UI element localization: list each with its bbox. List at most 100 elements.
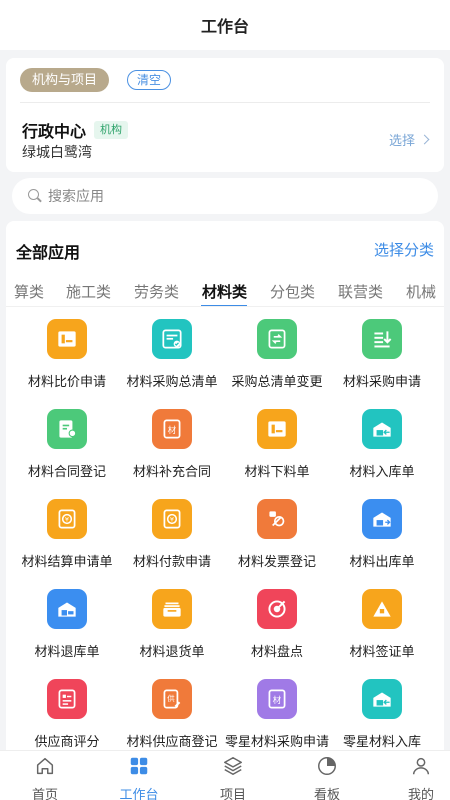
material-doc-icon: 材 bbox=[152, 409, 192, 449]
tab-category[interactable]: 机械 bbox=[406, 281, 436, 302]
select-label: 选择 bbox=[388, 133, 415, 148]
app-label: 材料发票登记 bbox=[237, 554, 316, 569]
app-item[interactable]: 材料采购申请 bbox=[327, 317, 437, 407]
app-label: 材料入库单 bbox=[349, 464, 415, 479]
org-badge: 机构 bbox=[94, 121, 129, 139]
app-item[interactable]: 供材料供应商登记 bbox=[117, 677, 227, 761]
tab-category[interactable]: 施工类 bbox=[66, 281, 111, 302]
app-item[interactable]: 材零星材料采购申请 bbox=[222, 677, 332, 761]
supplier-icon: 供 bbox=[152, 679, 192, 719]
warehouse-out-icon bbox=[362, 499, 402, 539]
tab-category[interactable]: 算类 bbox=[14, 281, 44, 302]
document-icon bbox=[257, 409, 297, 449]
category-tabs: 算类 施工类 劳务类 材料类 分包类 联营类 机械 bbox=[6, 277, 444, 307]
home-icon bbox=[34, 755, 56, 782]
app-item[interactable]: 材料发票登记 bbox=[222, 497, 332, 587]
org-tags: 机构与项目 清空 bbox=[20, 68, 172, 92]
svg-text:材: 材 bbox=[273, 694, 282, 706]
app-item[interactable]: 材料入库单 bbox=[327, 407, 437, 497]
app-label: 零星材料入库 bbox=[342, 734, 421, 749]
bottom-tab-bar: 首页 工作台 项目 看板 我的 bbox=[0, 750, 450, 800]
app-label: 材料付款申请 bbox=[132, 554, 211, 569]
divider bbox=[20, 102, 430, 103]
app-item[interactable]: 材料退货单 bbox=[117, 587, 227, 677]
tabbar-label: 工作台 bbox=[119, 787, 159, 800]
tab-category[interactable]: 劳务类 bbox=[134, 281, 179, 302]
tabbar-label: 首页 bbox=[31, 787, 58, 800]
checklist-icon bbox=[152, 319, 192, 359]
tabbar-item[interactable]: 首页 bbox=[0, 755, 90, 800]
app-label: 供应商评分 bbox=[34, 734, 100, 749]
tab-category-active[interactable]: 材料类 bbox=[202, 281, 247, 302]
swap-document-icon bbox=[257, 319, 297, 359]
app-item[interactable]: 采购总清单变更 bbox=[222, 317, 332, 407]
app-label: 零星材料采购申请 bbox=[224, 734, 329, 749]
app-item[interactable]: 材料合同登记 bbox=[12, 407, 122, 497]
contract-icon bbox=[47, 409, 87, 449]
org-name-row: 行政中心 机构 bbox=[22, 118, 129, 142]
app-label: 材料出库单 bbox=[349, 554, 415, 569]
yen-doc-icon: ¥ bbox=[152, 499, 192, 539]
chevron-right-icon bbox=[419, 134, 430, 145]
pie-chart-icon bbox=[316, 755, 338, 782]
material-doc-icon: 材 bbox=[257, 679, 297, 719]
app-item[interactable]: 材材料补充合同 bbox=[117, 407, 227, 497]
svg-text:¥: ¥ bbox=[65, 516, 69, 524]
app-item[interactable]: 材料签证单 bbox=[327, 587, 437, 677]
app-item[interactable]: 材料退库单 bbox=[12, 587, 122, 677]
svg-text:材: 材 bbox=[168, 424, 177, 436]
tabbar-item[interactable]: 我的 bbox=[376, 755, 450, 800]
app-item[interactable]: 零星材料入库 bbox=[327, 677, 437, 761]
app-label: 材料退库单 bbox=[34, 644, 100, 659]
search-bar[interactable] bbox=[12, 178, 438, 214]
app-label: 材料比价申请 bbox=[27, 374, 106, 389]
app-item[interactable]: 材料盘点 bbox=[222, 587, 332, 677]
tab-category[interactable]: 联营类 bbox=[338, 281, 383, 302]
layers-icon bbox=[222, 755, 244, 782]
tabbar-item[interactable]: 项目 bbox=[188, 755, 278, 800]
clear-button[interactable]: 清空 bbox=[127, 70, 172, 90]
choose-category-link[interactable]: 选择分类 bbox=[374, 239, 434, 260]
tabbar-item[interactable]: 看板 bbox=[282, 755, 372, 800]
apps-card: 全部应用 选择分类 算类 施工类 劳务类 材料类 分包类 联营类 机械 材料比价… bbox=[6, 221, 444, 761]
apps-section-title: 全部应用 bbox=[16, 245, 81, 262]
tab-category[interactable]: 分包类 bbox=[270, 281, 315, 302]
app-label: 材料补充合同 bbox=[132, 464, 211, 479]
tabbar-label: 看板 bbox=[313, 787, 340, 800]
tabbar-label: 项目 bbox=[219, 787, 246, 800]
app-item[interactable]: ¥ 材料结算申请单 bbox=[12, 497, 122, 587]
warehouse-in-icon bbox=[362, 679, 402, 719]
app-label: 材料供应商登记 bbox=[126, 734, 218, 749]
warehouse-in-icon bbox=[362, 409, 402, 449]
user-icon bbox=[410, 755, 432, 782]
app-label: 采购总清单变更 bbox=[231, 374, 323, 389]
app-item[interactable]: 材料采购总清单 bbox=[117, 317, 227, 407]
project-name: 绿城白鹭湾 bbox=[22, 144, 92, 160]
app-item[interactable]: 材料比价申请 bbox=[12, 317, 122, 407]
app-label: 材料采购总清单 bbox=[126, 374, 218, 389]
app-item[interactable]: 材料出库单 bbox=[327, 497, 437, 587]
download-list-icon bbox=[362, 319, 402, 359]
top-header: 工作台 bbox=[0, 0, 450, 50]
app-label: 材料盘点 bbox=[250, 644, 303, 659]
active-tab-underline bbox=[201, 305, 247, 306]
yen-doc-icon: ¥ bbox=[47, 499, 87, 539]
app-item[interactable]: 材料下料单 bbox=[222, 407, 332, 497]
search-input[interactable] bbox=[48, 188, 428, 204]
app-item[interactable]: 供应商评分 bbox=[12, 677, 122, 761]
tabbar-item[interactable]: 工作台 bbox=[94, 755, 184, 800]
grid-icon bbox=[128, 755, 150, 782]
search-icon bbox=[28, 189, 42, 203]
select-org-button[interactable]: 选择 bbox=[388, 130, 430, 149]
tabbar-label: 我的 bbox=[407, 787, 434, 800]
org-project-card: 机构与项目 清空 行政中心 机构 绿城白鹭湾 选择 bbox=[6, 58, 444, 172]
invoice-icon bbox=[257, 499, 297, 539]
app-label: 材料下料单 bbox=[244, 464, 310, 479]
app-label: 材料签证单 bbox=[349, 644, 415, 659]
app-item[interactable]: ¥ 材料付款申请 bbox=[117, 497, 227, 587]
triangle-icon bbox=[362, 589, 402, 629]
page-title: 工作台 bbox=[200, 19, 249, 36]
app-label: 材料采购申请 bbox=[342, 374, 421, 389]
org-name: 行政中心 bbox=[22, 124, 87, 141]
document-icon bbox=[47, 319, 87, 359]
